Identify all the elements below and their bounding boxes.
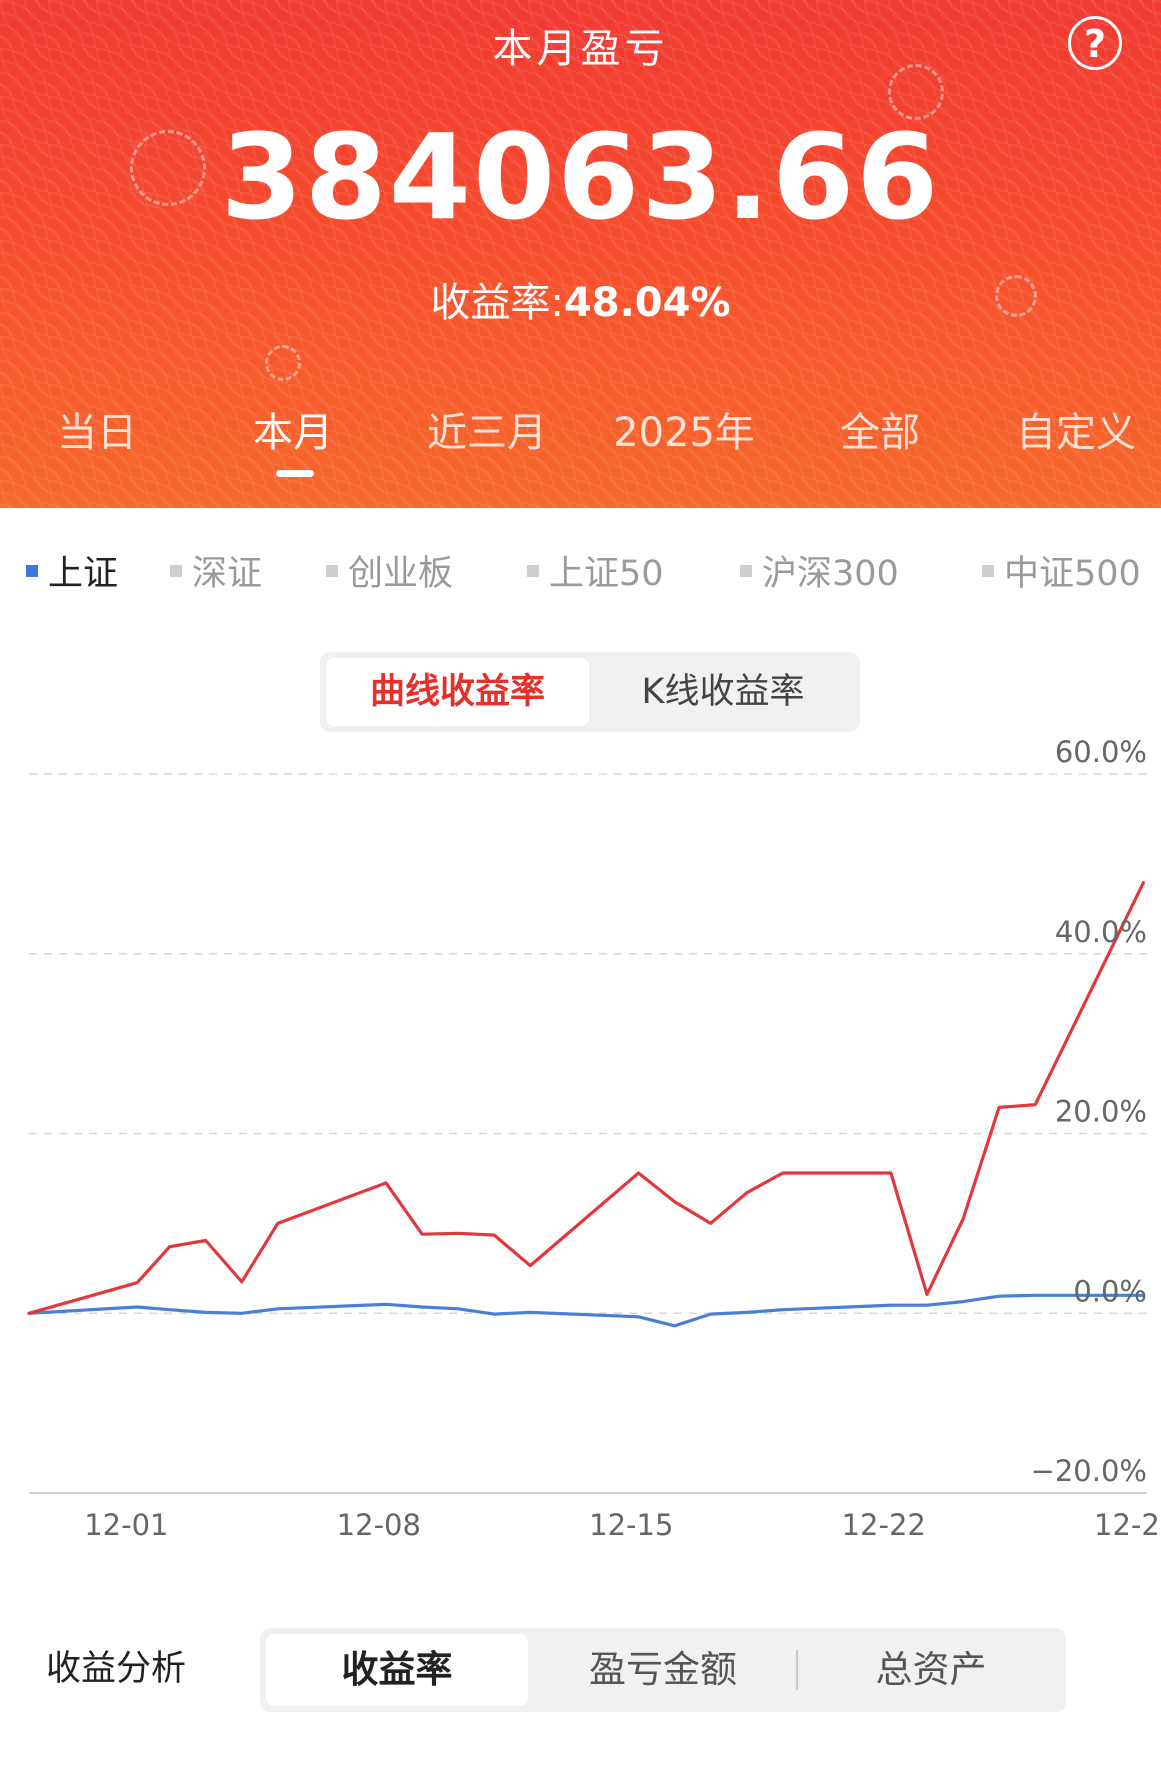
legend-square-icon — [170, 565, 182, 577]
index-legend: 上证 深证 创业板 上证50 沪深300 中证500 — [0, 545, 1161, 595]
header-banner: 本月盈亏 ? 384063.66 收益率:48.04% 当日 本月 近三月 20… — [0, 0, 1161, 508]
legend-sse50[interactable]: 上证50 — [527, 545, 664, 596]
tab-return-rate[interactable]: 收益率 — [266, 1634, 528, 1706]
y-tick-label: 60.0% — [1055, 735, 1147, 769]
portfolio-return-line — [27, 881, 1146, 1315]
legend-csi500[interactable]: 中证500 — [982, 545, 1141, 596]
x-tick-label: 12-29 — [1094, 1508, 1161, 1542]
legend-label: 深证 — [192, 554, 263, 594]
return-line-chart: 60.0% 40.0% 20.0% 0.0% −20.0% 12-01 12-08 12-15… — [27, 735, 1161, 1542]
y-tick-label: 40.0% — [1055, 915, 1147, 949]
tab-year-2025[interactable]: 2025年 — [613, 400, 755, 458]
tab-profit-amount[interactable]: 盈亏金额 — [532, 1634, 794, 1706]
x-tick-label: 12-08 — [337, 1508, 421, 1542]
index-return-line — [27, 1293, 1146, 1328]
y-tick-label: 20.0% — [1055, 1095, 1147, 1129]
legend-label: 上证 — [48, 554, 119, 594]
analysis-tabs: 收益率 盈亏金额 总资产 — [260, 1628, 1066, 1712]
legend-csi300[interactable]: 沪深300 — [740, 545, 899, 596]
legend-shenzhen[interactable]: 深证 — [170, 545, 262, 596]
legend-label: 创业板 — [348, 554, 454, 594]
legend-label: 沪深300 — [762, 554, 899, 594]
legend-square-icon — [326, 565, 338, 577]
return-rate: 收益率:48.04% — [0, 270, 1161, 328]
page-title: 本月盈亏 — [492, 26, 669, 72]
profit-amount: 384063.66 — [220, 108, 941, 246]
x-tick-label: 12-22 — [842, 1508, 926, 1542]
legend-square-icon — [982, 565, 994, 577]
return-rate-value: 48.04% — [563, 280, 731, 326]
question-circle-icon[interactable]: ? — [1068, 16, 1122, 70]
tab-this-month[interactable]: 本月 — [253, 400, 333, 458]
x-tick-label: 12-01 — [84, 1508, 168, 1542]
y-tick-label: −20.0% — [1031, 1454, 1147, 1488]
firework-decoration — [265, 345, 301, 381]
curve-return-button[interactable]: 曲线收益率 — [326, 658, 589, 726]
tab-total-assets[interactable]: 总资产 — [800, 1634, 1062, 1706]
tab-divider — [796, 1650, 798, 1690]
legend-label: 中证500 — [1004, 554, 1141, 594]
y-tick-label: 0.0% — [1073, 1274, 1147, 1308]
return-rate-label: 收益率: — [430, 280, 564, 326]
tab-all[interactable]: 全部 — [840, 400, 920, 458]
legend-chinext[interactable]: 创业板 — [326, 545, 453, 596]
x-tick-label: 12-15 — [589, 1508, 673, 1542]
legend-shanghai[interactable]: 上证 — [26, 545, 118, 596]
active-tab-indicator — [276, 470, 314, 477]
tab-custom[interactable]: 自定义 — [1016, 400, 1136, 458]
legend-label: 上证50 — [549, 554, 664, 594]
analysis-label: 收益分析 — [46, 1649, 187, 1689]
legend-square-icon — [26, 565, 38, 577]
legend-square-icon — [740, 565, 752, 577]
tab-three-months[interactable]: 近三月 — [427, 400, 547, 458]
tab-today[interactable]: 当日 — [57, 400, 137, 458]
period-tabs: 当日 本月 近三月 2025年 全部 自定义 — [0, 400, 1161, 460]
kline-return-button[interactable]: K线收益率 — [592, 658, 854, 726]
legend-square-icon — [527, 565, 539, 577]
